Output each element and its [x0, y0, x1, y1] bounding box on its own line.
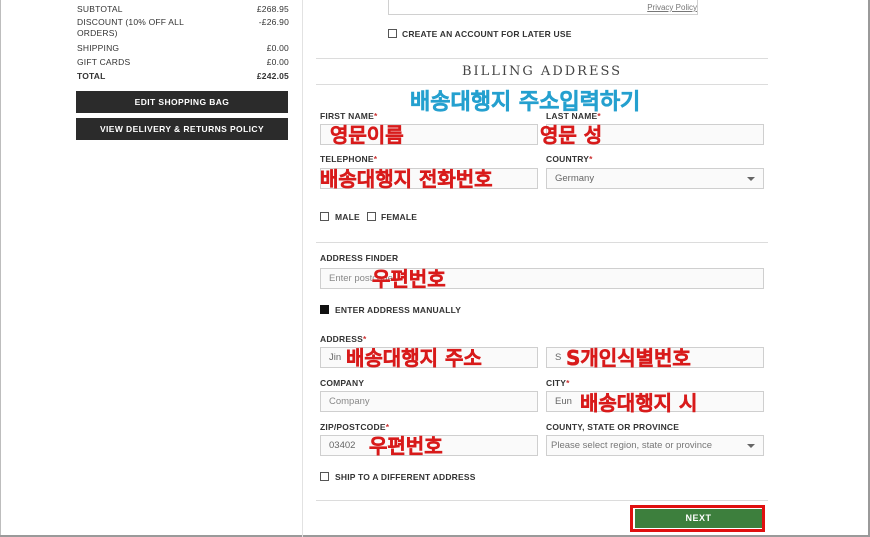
edit-shopping-bag-button[interactable]: EDIT SHOPPING BAG: [76, 91, 288, 113]
enter-address-manually-checkbox[interactable]: [320, 305, 329, 314]
ship-different-address-checkbox[interactable]: [320, 472, 329, 481]
city-value: Eun: [555, 396, 572, 407]
billing-address-heading: BILLING ADDRESS: [461, 64, 623, 79]
annotation-first-name-note: 영문이름: [330, 123, 404, 148]
company-input[interactable]: Company: [320, 391, 538, 412]
annotation-address-note: 배송대행지 주소: [346, 346, 482, 371]
create-account-checkbox[interactable]: [388, 29, 397, 38]
female-label: FEMALE: [381, 212, 418, 222]
male-label: MALE: [335, 212, 360, 222]
summary-value: £268.95: [256, 4, 289, 14]
summary-label: SUBTOTAL: [77, 4, 123, 14]
heading-rule-top: [316, 58, 768, 59]
create-account-label: CREATE AN ACCOUNT FOR LATER USE: [402, 29, 572, 39]
summary-row-gift-cards: GIFT CARDS £0.00: [77, 57, 289, 68]
zip-value: 03402: [329, 440, 356, 451]
country-label-text: COUNTRY: [546, 154, 590, 164]
column-divider: [302, 0, 303, 537]
male-checkbox[interactable]: [320, 212, 329, 221]
summary-label: GIFT CARDS: [77, 57, 131, 67]
county-placeholder: Please select region, state or province: [551, 440, 713, 451]
annotation-city-note: 배송대행지 시: [580, 391, 698, 416]
address-line2-value: S: [555, 352, 562, 363]
county-select[interactable]: Please select region, state or province: [546, 435, 764, 456]
view-delivery-returns-button[interactable]: VIEW DELIVERY & RETURNS POLICY: [76, 118, 288, 140]
country-select[interactable]: Germany: [546, 168, 764, 189]
ship-different-address-label: SHIP TO A DIFFERENT ADDRESS: [335, 472, 476, 482]
section-divider: [316, 242, 768, 243]
summary-value: -£26.90: [258, 17, 289, 27]
summary-label: DISCOUNT (10% OFF ALL ORDERS): [77, 17, 184, 38]
country-value: Germany: [555, 173, 595, 184]
enter-address-manually-label: ENTER ADDRESS MANUALLY: [335, 305, 462, 315]
summary-value: £0.00: [266, 57, 289, 67]
address-finder-label: ADDRESS FINDER: [320, 253, 399, 263]
city-label: CITY*: [546, 378, 570, 388]
summary-value: £242.05: [256, 71, 289, 81]
annotation-heading-note: 배송대행지 주소입력하기: [410, 90, 641, 116]
annotation-postcode-note: 우편번호: [372, 267, 446, 292]
next-button[interactable]: NEXT: [635, 509, 762, 528]
annotation-last-name-note: 영문 성: [540, 123, 603, 148]
frame-left-border: [0, 0, 1, 537]
county-label: COUNTY, STATE OR PROVINCE: [546, 422, 680, 432]
footer-divider: [316, 500, 768, 501]
summary-row-total: TOTAL £242.05: [77, 71, 289, 82]
female-checkbox[interactable]: [367, 212, 376, 221]
previous-section-box: Privacy Policy: [388, 0, 698, 15]
summary-row-shipping: SHIPPING £0.00: [77, 43, 289, 54]
company-label: COMPANY: [320, 378, 365, 388]
annotation-telephone-note: 배송대행지 전화번호: [320, 167, 493, 192]
summary-label: TOTAL: [77, 71, 106, 81]
summary-row-discount: DISCOUNT (10% OFF ALL ORDERS) -£26.90: [77, 17, 289, 39]
summary-label: SHIPPING: [77, 43, 120, 53]
summary-row-subtotal: SUBTOTAL £268.95: [77, 4, 289, 15]
city-label-text: CITY: [546, 378, 567, 388]
company-placeholder: Company: [329, 396, 370, 407]
privacy-policy-link[interactable]: Privacy Policy: [647, 3, 697, 12]
required-mark: *: [589, 154, 593, 164]
required-mark: *: [566, 378, 570, 388]
country-label: COUNTRY*: [546, 154, 593, 164]
annotation-address2-note: S개인식별번호: [566, 346, 691, 371]
summary-value: £0.00: [266, 43, 289, 53]
annotation-zip-note: 우편번호: [369, 434, 443, 459]
address-line1-value: Jin: [329, 352, 342, 363]
